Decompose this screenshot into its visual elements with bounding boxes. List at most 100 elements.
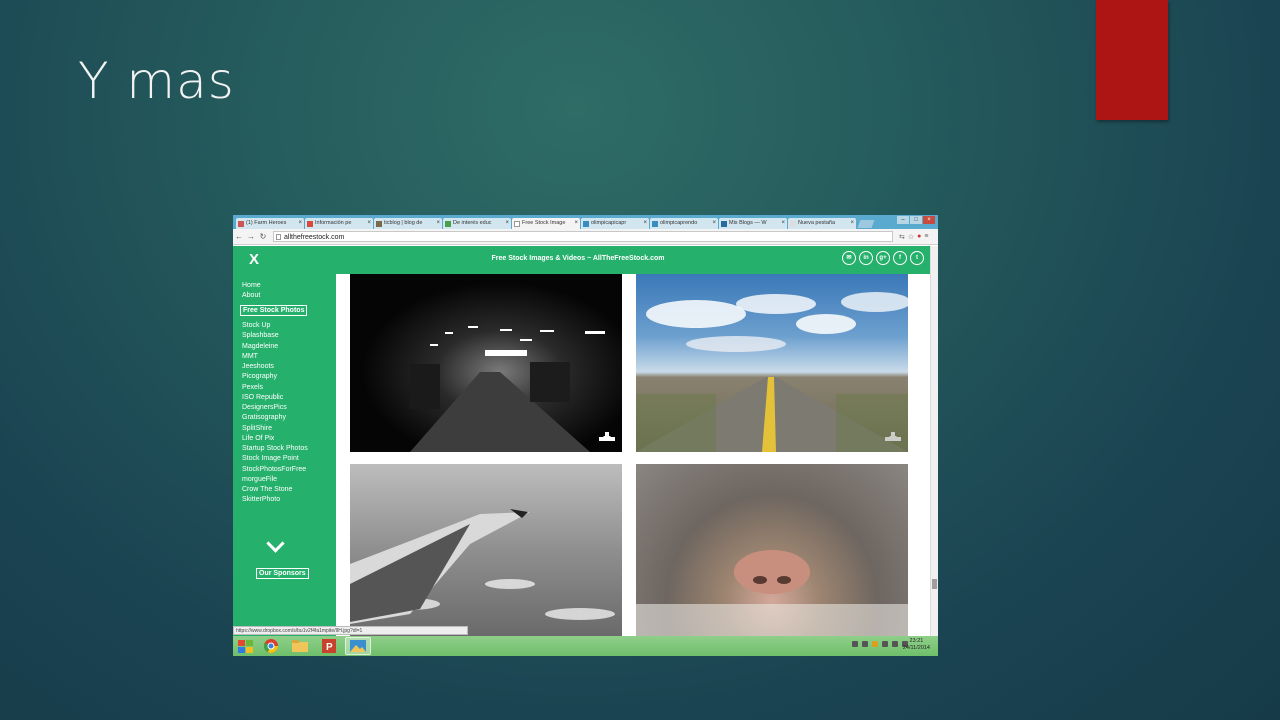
system-tray (852, 641, 908, 647)
browser-tab[interactable]: Información pe × (305, 218, 373, 229)
close-tab-icon[interactable]: × (781, 218, 785, 229)
minimize-icon[interactable]: – (897, 216, 909, 224)
sidebar-link[interactable]: Jeeshoots (242, 363, 274, 370)
close-tab-icon[interactable]: × (712, 218, 716, 229)
email-icon[interactable]: ✉ (842, 251, 856, 265)
photo-viewer-taskbar-icon[interactable] (345, 637, 371, 655)
googleplus-icon[interactable]: g+ (876, 251, 890, 265)
wing-scene (350, 509, 615, 624)
sidebar-link[interactable]: DesignersPics (242, 404, 287, 411)
sidebar-link[interactable]: Pexels (242, 384, 263, 391)
start-button-icon[interactable] (235, 637, 255, 655)
sidebar-link[interactable]: Life Of Pix (242, 435, 274, 442)
browser-tab[interactable]: (1) Farm Heroes × (236, 218, 304, 229)
free-stock-photos-label[interactable]: Free Stock Photos (240, 305, 308, 316)
tray-icon[interactable] (852, 641, 858, 647)
browser-tab-active[interactable]: Free Stock Image × (512, 218, 580, 229)
favicon-icon (307, 220, 313, 227)
svg-text:P: P (326, 642, 333, 653)
sidebar-link[interactable]: Gratisography (242, 414, 286, 421)
sidebar-link[interactable]: Crow The Stone (242, 486, 292, 493)
browser-screenshot: (1) Farm Heroes × Información pe × ticblog… (233, 215, 938, 656)
reload-icon[interactable]: ↻ (257, 232, 269, 241)
site-title: Free Stock Images & Videos ~ AllTheFreeS… (491, 255, 665, 262)
close-menu-button[interactable]: X (249, 251, 259, 268)
taskbar-clock[interactable]: 23:21 24/11/2014 (903, 638, 930, 652)
status-bar-url: https://www.dropbox.com/s/bu1v2f4fa1mpit… (233, 626, 468, 635)
slide-title: Y mas (78, 52, 235, 110)
sidebar-link[interactable]: Picography (242, 373, 277, 380)
extension-icon[interactable]: ● (917, 233, 921, 241)
favicon-icon (445, 220, 451, 227)
sidebar-link[interactable]: StockPhotosForFree (242, 466, 306, 473)
photo-cat-nose[interactable] (636, 464, 908, 636)
network-icon[interactable] (892, 641, 898, 647)
photo-airplane-wing[interactable] (350, 464, 622, 636)
menu-icon[interactable]: ≡ (924, 233, 928, 241)
close-tab-icon[interactable]: × (850, 218, 854, 229)
tray-icon[interactable] (862, 641, 868, 647)
url-input[interactable]: allthefreestock.com (273, 231, 893, 242)
forward-icon[interactable]: → (245, 232, 257, 241)
browser-tab[interactable]: olimpicapicapr × (581, 218, 649, 229)
photo-desert-road[interactable] (636, 274, 908, 452)
sidebar-link[interactable]: morgueFile (242, 476, 277, 483)
facebook-icon[interactable]: f (893, 251, 907, 265)
close-tab-icon[interactable]: × (574, 218, 578, 229)
close-tab-icon[interactable]: × (436, 218, 440, 229)
scrollbar-thumb[interactable] (932, 579, 937, 589)
close-tab-icon[interactable]: × (505, 218, 509, 229)
sidebar-link[interactable]: MMT (242, 353, 258, 360)
road-scene (636, 292, 908, 452)
maximize-icon[interactable]: □ (910, 216, 922, 224)
close-tab-icon[interactable]: × (643, 218, 647, 229)
favicon-icon (583, 220, 589, 227)
tray-icon[interactable] (882, 641, 888, 647)
scrollbar[interactable] (930, 246, 938, 636)
photo-garage-tunnel[interactable] (350, 274, 622, 452)
address-bar-row: ← → ↻ allthefreestock.com ⇆ ☆ ● ≡ (233, 229, 938, 245)
sidebar-link[interactable]: Splashbase (242, 332, 279, 339)
download-icon[interactable] (885, 432, 901, 446)
powerpoint-taskbar-icon[interactable]: P (316, 637, 342, 655)
browser-tab[interactable]: Nueva pestaña × (788, 218, 856, 229)
twitter-icon[interactable]: t (910, 251, 924, 265)
website: X Free Stock Images & Videos ~ AllTheFre… (233, 246, 938, 636)
linkedin-icon[interactable]: in (859, 251, 873, 265)
sidebar-link-home[interactable]: Home (242, 282, 261, 289)
favicon-icon (514, 220, 520, 227)
chrome-taskbar-icon[interactable] (258, 637, 284, 655)
close-tab-icon[interactable]: × (367, 218, 371, 229)
browser-tab[interactable]: De interés educ × (443, 218, 511, 229)
toolbar-icons: ⇆ ☆ ● ≡ (899, 233, 928, 241)
tray-icon[interactable] (872, 641, 878, 647)
our-sponsors-button[interactable]: Our Sponsors (256, 568, 309, 579)
cat-scene (636, 550, 908, 636)
sidebar-link[interactable]: ISO Republic (242, 394, 283, 401)
sidebar-link[interactable]: SkitterPhoto (242, 496, 280, 503)
download-icon[interactable] (599, 432, 615, 446)
browser-tab[interactable]: olimpicaprendo × (650, 218, 718, 229)
chevron-down-icon[interactable] (266, 534, 285, 553)
sidebar-link[interactable]: Startup Stock Photos (242, 445, 308, 452)
browser-tab[interactable]: Mis Blogs — W × (719, 218, 787, 229)
close-tab-icon[interactable]: × (298, 218, 302, 229)
favicon-icon (652, 220, 658, 227)
star-icon[interactable]: ☆ (908, 233, 914, 241)
sidebar-link-about[interactable]: About (242, 292, 260, 299)
translate-icon[interactable]: ⇆ (899, 233, 905, 241)
sidebar: Home About Free Stock Photos Stock Up Sp… (233, 274, 336, 636)
site-header: X Free Stock Images & Videos ~ AllTheFre… (233, 246, 930, 274)
sidebar-link[interactable]: SplitShire (242, 425, 272, 432)
browser-tab[interactable]: ticblog | blog de × (374, 218, 442, 229)
favicon-icon (790, 220, 796, 227)
back-icon[interactable]: ← (233, 232, 245, 241)
sidebar-link[interactable]: Stock Up (242, 322, 270, 329)
favicon-icon (238, 220, 244, 227)
sidebar-link[interactable]: Magdeleine (242, 343, 278, 350)
garage-scene (410, 326, 605, 452)
new-tab-button[interactable] (857, 220, 875, 228)
file-explorer-taskbar-icon[interactable] (287, 637, 313, 655)
sidebar-link[interactable]: Stock Image Point (242, 455, 299, 462)
close-window-icon[interactable]: × (923, 216, 935, 224)
